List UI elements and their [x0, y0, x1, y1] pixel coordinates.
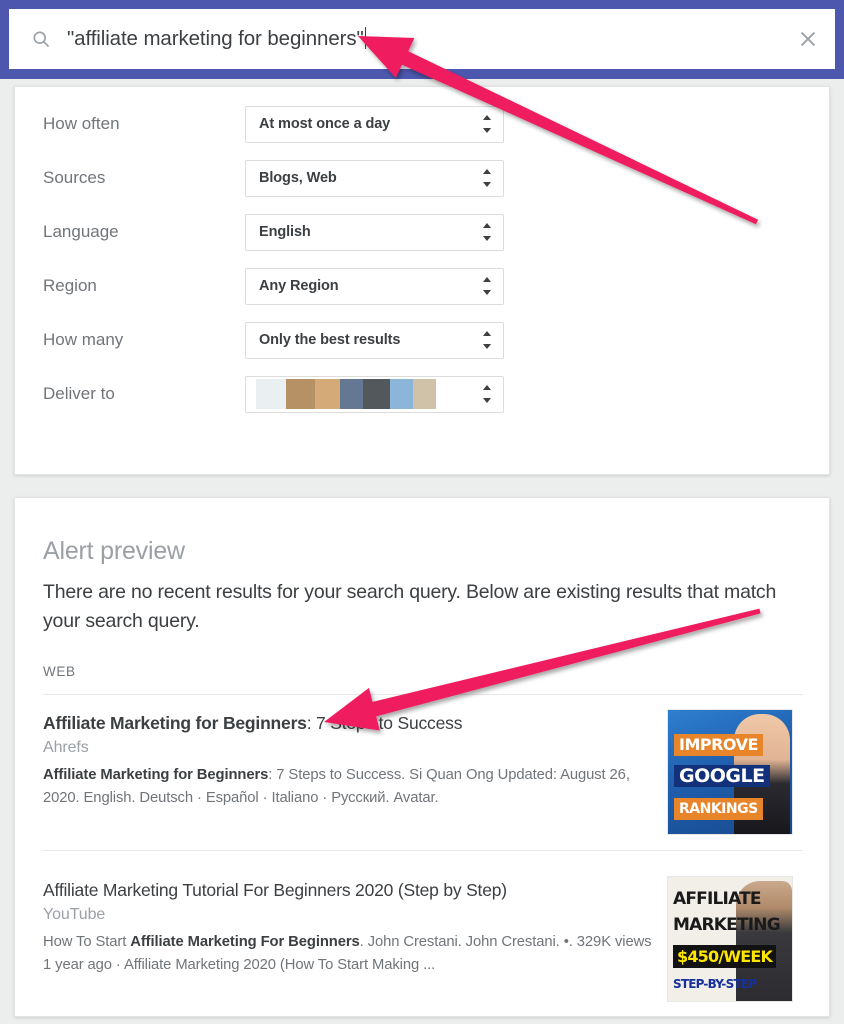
spinner-arrows-icon [482, 223, 492, 241]
text-cursor [364, 27, 366, 49]
thumbnail-line-4: STEP-BY-STEP [673, 977, 757, 991]
search-input[interactable]: "affiliate marketing for beginners" [51, 27, 797, 51]
redacted-block [389, 379, 414, 409]
spinner-arrows-icon [482, 385, 492, 403]
close-icon[interactable] [797, 28, 819, 50]
result-title-bold: Affiliate Marketing for Beginners [43, 713, 307, 733]
result-snippet-bold: Affiliate Marketing For Beginners [130, 934, 360, 950]
redacted-block [256, 379, 286, 409]
thumbnail-line-3: RANKINGS [674, 798, 763, 820]
option-row-region: Region Any Region [15, 259, 829, 313]
language-value: English [259, 224, 311, 240]
how-often-select[interactable]: At most once a day [245, 105, 504, 143]
search-bar-container: "affiliate marketing for beginners" [0, 0, 844, 79]
section-label-web: WEB [43, 664, 76, 679]
option-label-language: Language [43, 222, 119, 241]
thumbnail-line-3: $450/WEEK [673, 945, 777, 968]
redacted-email-value [256, 379, 437, 409]
redacted-block [413, 379, 437, 409]
region-value: Any Region [259, 278, 339, 294]
sources-value: Blogs, Web [259, 170, 337, 186]
deliver-to-select[interactable] [245, 375, 504, 413]
result-snippet: Affiliate Marketing for Beginners: 7 Ste… [43, 764, 653, 810]
option-row-sources: Sources Blogs, Web [15, 151, 829, 205]
alert-preview-card: Alert preview There are no recent result… [14, 497, 830, 1017]
spinner-arrows-icon [482, 115, 492, 133]
redacted-block [363, 379, 390, 409]
search-input-value: "affiliate marketing for beginners" [67, 27, 364, 50]
option-label-region: Region [43, 276, 97, 295]
option-row-language: Language English [15, 205, 829, 259]
how-often-value: At most once a day [259, 116, 391, 132]
affiliate-marketing-450-week-thumbnail: AFFILIATE MARKETING $450/WEEK STEP-BY-ST… [667, 876, 793, 1002]
option-label-how-many: How many [43, 330, 124, 349]
spinner-arrows-icon [482, 331, 492, 349]
list-item: Affiliate Marketing Tutorial For Beginne… [43, 876, 803, 1002]
alert-options-card: How often At most once a day Sources Blo… [14, 86, 830, 545]
page-title: Alert preview [43, 537, 185, 565]
result-snippet-pre: How To Start [43, 934, 131, 950]
thumbnail-line-1: AFFILIATE [673, 889, 762, 909]
redacted-block [315, 379, 340, 409]
preview-note: There are no recent results for your sea… [43, 581, 777, 632]
option-row-how-many: How many Only the best results [15, 313, 829, 367]
thumbnail-line-2: MARKETING [673, 915, 781, 935]
option-label-how-often: How often [43, 114, 120, 133]
result-snippet-bold: Affiliate Marketing for Beginners [43, 767, 269, 783]
option-label-sources: Sources [43, 168, 106, 187]
redacted-block [285, 379, 316, 409]
how-many-value: Only the best results [259, 332, 401, 348]
search-bar[interactable]: "affiliate marketing for beginners" [9, 9, 835, 69]
search-icon [31, 29, 51, 49]
redacted-block [339, 379, 364, 409]
spinner-arrows-icon [482, 277, 492, 295]
divider [43, 850, 803, 851]
spinner-arrows-icon [482, 169, 492, 187]
how-many-select[interactable]: Only the best results [245, 321, 504, 359]
option-label-deliver-to: Deliver to [43, 384, 115, 403]
page-root: "affiliate marketing for beginners" How … [0, 0, 844, 1024]
option-row-deliver-to: Deliver to [15, 367, 829, 421]
improve-google-rankings-thumbnail: IMPROVE GOOGLE RANKINGS [667, 709, 793, 835]
list-item: Affiliate Marketing for Beginners: 7 Ste… [43, 709, 803, 835]
sources-select[interactable]: Blogs, Web [245, 159, 504, 197]
thumbnail-line-1: IMPROVE [674, 734, 763, 756]
result-title-rest: Affiliate Marketing Tutorial For Beginne… [43, 880, 507, 900]
language-select[interactable]: English [245, 213, 504, 251]
divider [43, 694, 803, 695]
result-title-rest: : 7 Steps to Success [306, 713, 463, 733]
region-select[interactable]: Any Region [245, 267, 504, 305]
result-snippet: How To Start Affiliate Marketing For Beg… [43, 931, 653, 977]
thumbnail-line-2: GOOGLE [674, 765, 770, 787]
option-row-how-often: How often At most once a day [15, 97, 829, 151]
